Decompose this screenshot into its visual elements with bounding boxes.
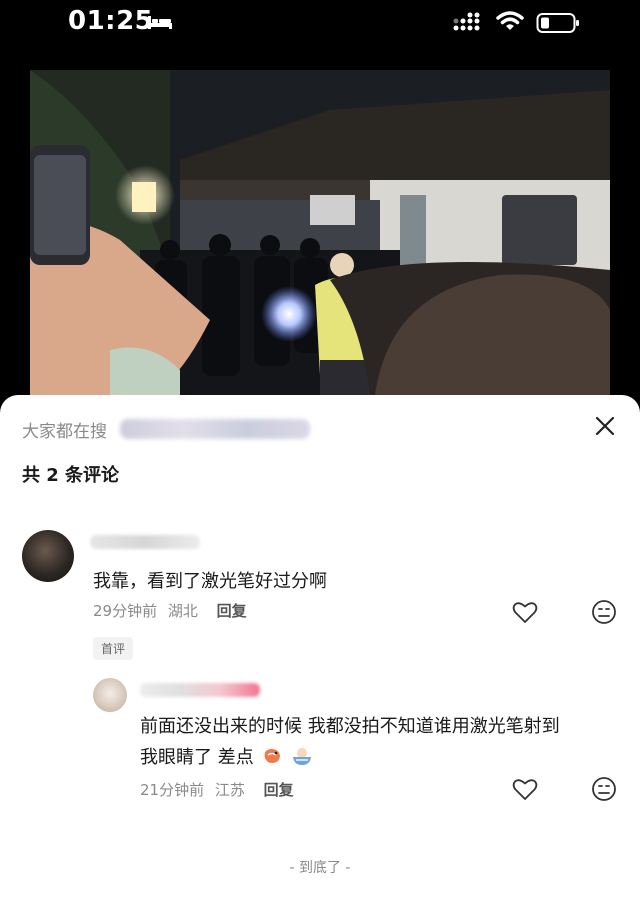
video-scene (30, 70, 610, 395)
end-of-list: - 到底了 - (289, 860, 351, 876)
reply-meta: 21分钟前 江苏 回复 (140, 779, 294, 800)
comment-text: 我靠，看到了激光笔好过分啊 (93, 571, 327, 592)
reply-button[interactable]: 回复 (217, 602, 247, 620)
reply-text-line2: 我眼睛了 差点 (140, 747, 254, 768)
username-blur[interactable] (90, 535, 200, 549)
bed-icon (148, 16, 172, 29)
emoji-icon[interactable] (591, 776, 617, 802)
video-frame[interactable] (30, 70, 610, 395)
reply-username-blur[interactable] (140, 683, 260, 697)
first-comment-badge: 首评 (93, 637, 134, 660)
emoji-icon[interactable] (591, 599, 617, 625)
comment-sheet: 大家都在搜 共 2 条评论 我靠，看到了激光笔好过分啊 29分钟前 湖北 回复 … (0, 395, 640, 899)
like-icon[interactable] (512, 777, 538, 801)
shrimp-emoji-icon (265, 749, 281, 763)
comment-count: 共 2 条评论 (22, 465, 120, 486)
signal-icon (453, 12, 480, 31)
comment-location: 湖北 (167, 602, 198, 620)
reply-avatar[interactable] (93, 678, 127, 712)
search-hint-blur (120, 419, 310, 439)
comment-time: 29分钟前 (93, 602, 158, 620)
reply-text-line1: 前面还没出来的时候 我都没拍不知道谁用激光笔射到 (140, 716, 560, 737)
bowl-emoji-icon (293, 748, 312, 765)
reply-time: 21分钟前 (140, 781, 205, 799)
like-icon[interactable] (512, 600, 538, 624)
reply-text: 前面还没出来的时候 我都没拍不知道谁用激光笔射到 我眼睛了 差点 (140, 711, 620, 773)
status-bar: 01:25 (0, 0, 640, 50)
wifi-icon (496, 11, 524, 30)
battery-icon (536, 13, 579, 33)
close-icon[interactable] (594, 415, 616, 437)
status-time: 01:25 (68, 6, 154, 36)
reply-location: 江苏 (214, 781, 245, 799)
avatar[interactable] (22, 530, 74, 582)
reply-button[interactable]: 回复 (264, 781, 294, 799)
comment-meta: 29分钟前 湖北 回复 (93, 600, 247, 621)
search-hint[interactable]: 大家都在搜 (22, 417, 107, 442)
